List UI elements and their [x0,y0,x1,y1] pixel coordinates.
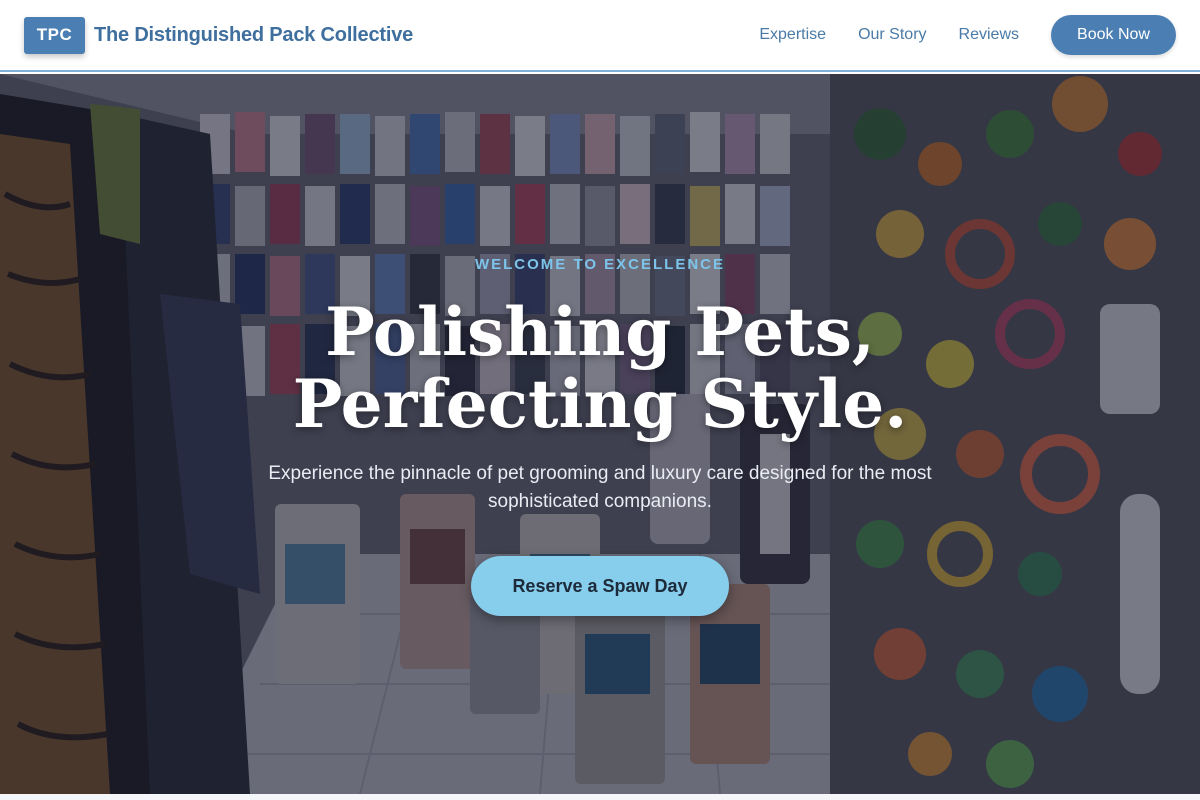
hero-subheadline: Experience the pinnacle of pet grooming … [268,463,932,512]
hero-section: WELCOME TO EXCELLENCE Polishing Pets, Pe… [0,74,1200,794]
hero-headline: Polishing Pets, Perfecting Style. [292,293,908,443]
page-bottom-strip [0,794,1200,800]
brand-name: The Distinguished Pack Collective [94,23,414,46]
logo-badge: TPC [24,16,85,54]
nav-link-expertise[interactable]: Expertise [759,26,826,44]
site-header: TPC The Distinguished Pack Collective Ex… [0,0,1200,72]
hero-content: WELCOME TO EXCELLENCE Polishing Pets, Pe… [0,74,1200,794]
nav-link-our-story[interactable]: Our Story [858,26,926,44]
hero-eyebrow: WELCOME TO EXCELLENCE [474,256,726,273]
reserve-spaw-day-button[interactable]: Reserve a Spaw Day [471,556,729,616]
book-now-button[interactable]: Book Now [1051,15,1176,55]
brand-logo-link[interactable]: TPC The Distinguished Pack Collective [24,16,414,54]
main-nav: Expertise Our Story Reviews Book Now [759,15,1176,55]
nav-link-reviews[interactable]: Reviews [959,26,1019,44]
